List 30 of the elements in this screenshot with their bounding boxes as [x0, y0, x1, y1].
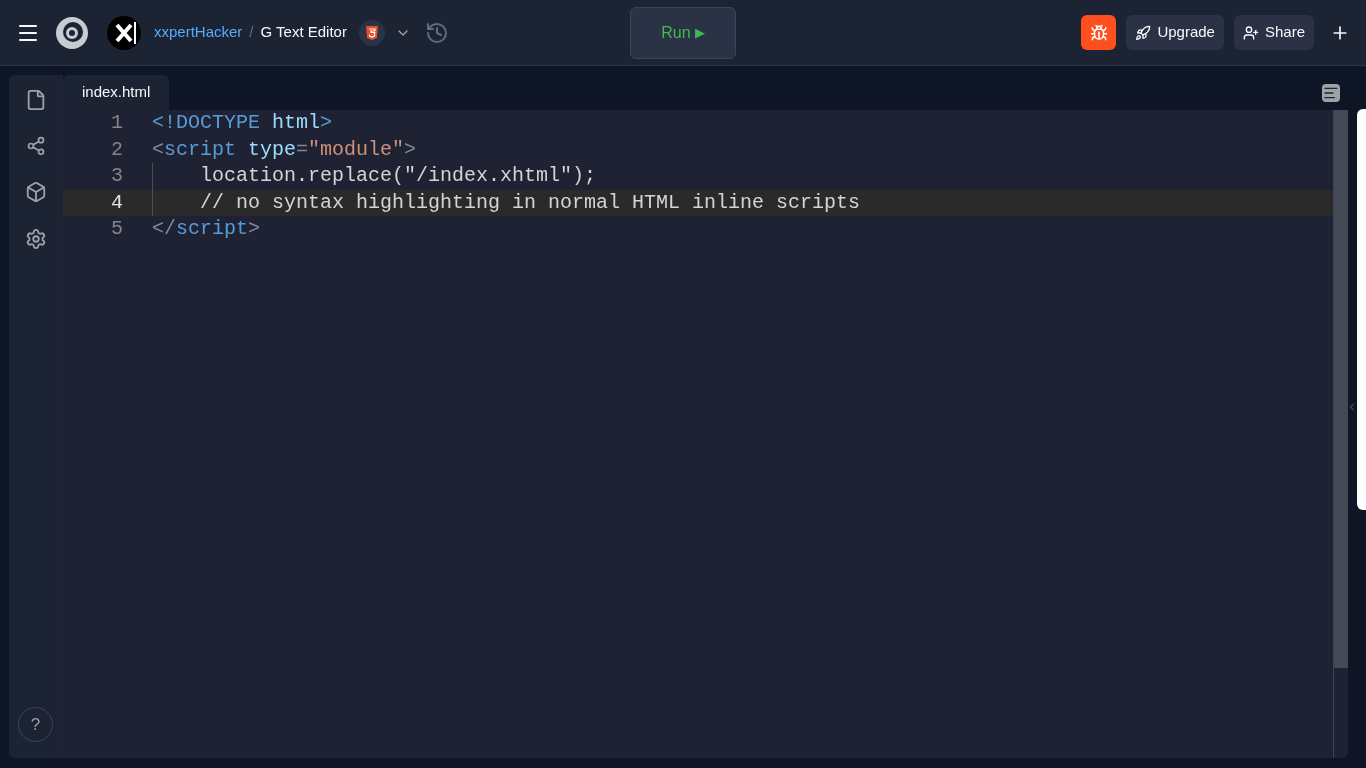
- logo-icon[interactable]: [54, 14, 90, 51]
- code-line: location.replace("/index.xhtml");: [200, 163, 597, 190]
- code-line: // no syntax highlighting in normal HTML inline scripts: [200, 189, 861, 216]
- line-number: 4: [110, 189, 123, 216]
- line-number: 1: [110, 110, 123, 137]
- upgrade-button[interactable]: Upgrade: [1126, 15, 1224, 50]
- share-button[interactable]: Share: [1233, 15, 1314, 50]
- code-line: </script>: [152, 216, 261, 243]
- rocket-icon: [1135, 24, 1152, 41]
- debug-button[interactable]: [1081, 15, 1117, 50]
- file-tab[interactable]: index.html: [63, 75, 170, 110]
- line-number: 5: [110, 216, 123, 243]
- code-line: <script type="module">: [152, 136, 417, 163]
- owner-link[interactable]: xxpertHacker: [154, 21, 243, 44]
- history-icon[interactable]: [424, 20, 449, 45]
- line-number: 2: [110, 136, 123, 163]
- package-icon[interactable]: [24, 181, 47, 203]
- breadcrumb-separator: /: [249, 22, 254, 43]
- settings-icon[interactable]: [24, 228, 47, 250]
- run-button[interactable]: Run ▶: [630, 7, 736, 59]
- avatar[interactable]: [106, 14, 142, 51]
- html-language-icon[interactable]: [358, 19, 385, 46]
- bug-icon: [1089, 23, 1108, 42]
- project-title[interactable]: G Text Editor: [260, 21, 347, 44]
- code-line: <!DOCTYPE html>: [152, 110, 333, 137]
- code-area[interactable]: 1 <!DOCTYPE html> 2 <script type="module"> 3 location.replace("/index.xhtml"); 4 // no syntax highlighting in normal HTML inline scripts 5 </script>: [63, 110, 1348, 758]
- share-nodes-icon[interactable]: [25, 136, 46, 156]
- line-number: 3: [110, 163, 123, 190]
- format-icon[interactable]: [1322, 83, 1340, 102]
- user-plus-icon: [1242, 24, 1259, 41]
